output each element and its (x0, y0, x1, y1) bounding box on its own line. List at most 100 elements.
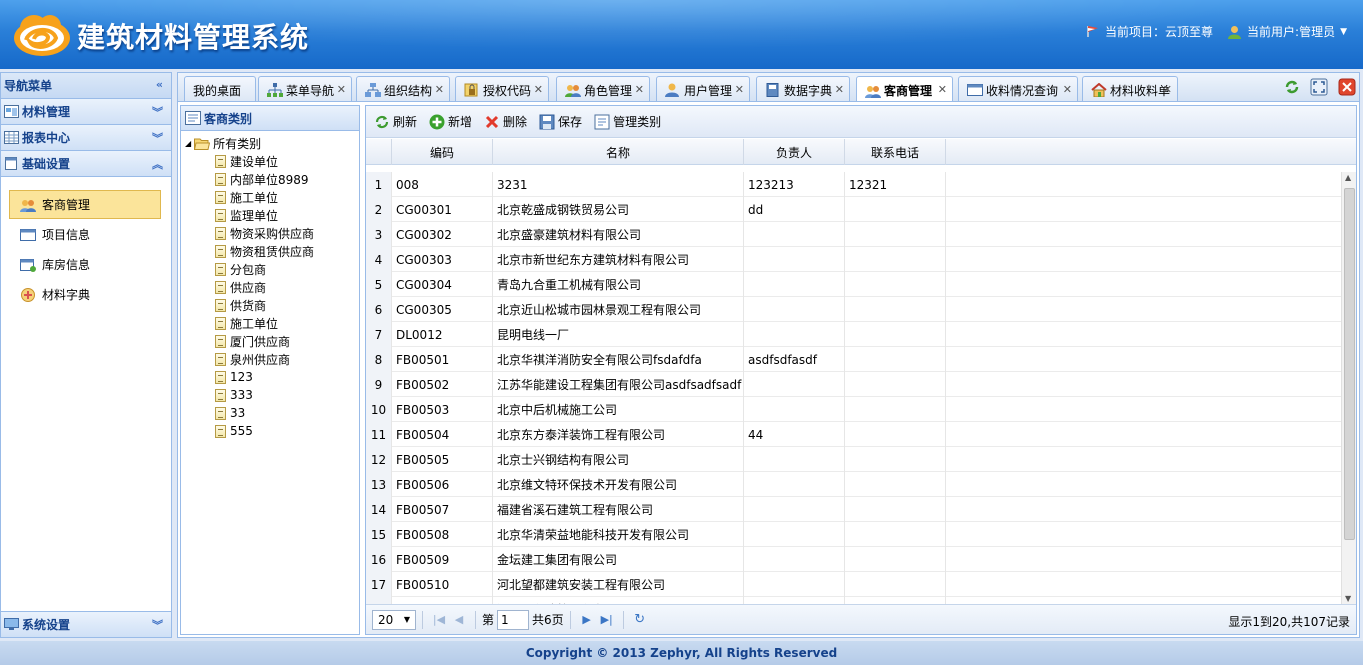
reload-button[interactable]: ↻ (630, 610, 650, 630)
column-header-owner[interactable]: 负责人 (744, 139, 845, 165)
cell-code[interactable]: FB00510 (392, 572, 493, 597)
close-all-icon[interactable] (1338, 78, 1356, 96)
cell-code[interactable]: FB00506 (392, 472, 493, 497)
cell-code[interactable]: FB00507 (392, 497, 493, 522)
table-row[interactable]: 1 008 3231 123213 12321 (366, 172, 1341, 197)
cell-phone[interactable] (845, 297, 946, 322)
tree-root[interactable]: ◢ 所有类别 (185, 134, 261, 152)
cell-owner[interactable]: 123213 (744, 172, 845, 197)
sidebar-group-system-settings[interactable]: 系统设置 ︾ (1, 611, 171, 637)
close-icon[interactable]: ✕ (435, 83, 444, 96)
column-header-phone[interactable]: 联系电话 (845, 139, 946, 165)
tree-item[interactable]: 施工单位 (215, 314, 278, 332)
table-row[interactable]: 10 FB00503 北京中后机械施工公司 (366, 397, 1341, 422)
tree-item[interactable]: 33 (215, 404, 245, 422)
vertical-scrollbar[interactable]: ▲ ▼ (1341, 172, 1356, 604)
tab-data-dictionary[interactable]: 数据字典 ✕ (756, 76, 850, 103)
cell-name[interactable]: 昆明电线一厂 (493, 322, 744, 347)
cell-owner[interactable] (744, 272, 845, 297)
cell-owner[interactable] (744, 497, 845, 522)
expanded-arrow-icon[interactable]: ◢ (185, 139, 191, 148)
cell-phone[interactable]: 12321 (845, 172, 946, 197)
cell-owner[interactable]: asdfsdfasdf (744, 347, 845, 372)
tab-merchant-management[interactable]: 客商管理 ✕ (856, 76, 953, 104)
refresh-tabs-icon[interactable] (1283, 78, 1301, 96)
close-icon[interactable]: ✕ (1063, 83, 1072, 96)
sidebar-group-basic-settings[interactable]: 基础设置 ︽ (1, 151, 171, 177)
cell-phone[interactable] (845, 547, 946, 572)
tree-item[interactable]: 监理单位 (215, 206, 278, 224)
cell-owner[interactable]: 44 (744, 422, 845, 447)
cell-code[interactable]: FB00508 (392, 522, 493, 547)
close-icon[interactable]: ✕ (337, 83, 346, 96)
tree-item[interactable]: 施工单位 (215, 188, 278, 206)
chevron-double-up-icon[interactable]: ︽ (152, 156, 163, 172)
cell-phone[interactable] (845, 572, 946, 597)
tree-item[interactable]: 供货商 (215, 296, 266, 314)
table-row[interactable]: 15 FB00508 北京华清荣益地能科技开发有限公司 (366, 522, 1341, 547)
cell-owner[interactable]: dd (744, 197, 845, 222)
cell-owner[interactable] (744, 397, 845, 422)
cell-name[interactable]: 北京近山松城市园林景观工程有限公司 (493, 297, 744, 322)
cell-name[interactable]: 北京中后机械施工公司 (493, 397, 744, 422)
table-row[interactable]: 12 FB00505 北京士兴钢结构有限公司 (366, 447, 1341, 472)
table-row[interactable]: 8 FB00501 北京华祺洋消防安全有限公司fsdafdfa asdfsdfasdf (366, 347, 1341, 372)
collapse-icon[interactable]: « (156, 78, 163, 91)
tab-role-management[interactable]: 角色管理 ✕ (556, 76, 650, 103)
page-number-input[interactable]: 1 (497, 609, 530, 630)
cell-code[interactable]: FB00504 (392, 422, 493, 447)
cell-name[interactable]: 北京华清荣益地能科技开发有限公司 (493, 522, 744, 547)
cell-code[interactable]: CG00301 (392, 197, 493, 222)
tab-org-structure[interactable]: 组织结构 ✕ (356, 76, 450, 103)
cell-name[interactable]: 北京乾盛成钢铁贸易公司 (493, 197, 744, 222)
tree-item[interactable]: 物资租赁供应商 (215, 242, 314, 260)
table-row[interactable]: 18FB00511河北工程建筑工程有限公司 (366, 597, 1341, 604)
tab-user-management[interactable]: 用户管理 ✕ (656, 76, 750, 103)
table-row[interactable]: 11 FB00504 北京东方泰洋装饰工程有限公司 44 (366, 422, 1341, 447)
current-user[interactable]: 当前用户:管理员 ▼ (1227, 23, 1347, 40)
tab-receipt-query[interactable]: 收料情况查询 ✕ (958, 76, 1078, 103)
table-row[interactable]: 7 DL0012 昆明电线一厂 (366, 322, 1341, 347)
cell-owner[interactable] (744, 472, 845, 497)
cell-owner[interactable] (744, 247, 845, 272)
add-button[interactable]: 新增 (429, 113, 472, 130)
cell-phone[interactable] (845, 372, 946, 397)
next-page-button[interactable]: ▶ (577, 610, 597, 630)
table-row[interactable]: 6 CG00305 北京近山松城市园林景观工程有限公司 (366, 297, 1341, 322)
cell-code[interactable]: CG00305 (392, 297, 493, 322)
cell-phone[interactable] (845, 497, 946, 522)
table-row[interactable]: 5 CG00304 青岛九合重工机械有限公司 (366, 272, 1341, 297)
cell-phone[interactable] (845, 422, 946, 447)
cell-name[interactable]: 福建省溪石建筑工程有限公司 (493, 497, 744, 522)
cell-phone[interactable] (845, 447, 946, 472)
tab-menu-navigation[interactable]: 菜单导航 ✕ (258, 76, 352, 103)
tab-material-receipt[interactable]: 材料收料单 ✕ (1082, 76, 1178, 103)
save-button[interactable]: 保存 (539, 113, 582, 130)
sidebar-item-material-dictionary[interactable]: 材料字典 (9, 280, 161, 309)
tree-item[interactable]: 333 (215, 386, 253, 404)
scrollbar-thumb[interactable] (1344, 188, 1355, 540)
tree-item[interactable]: 分包商 (215, 260, 266, 278)
table-row[interactable]: 2 CG00301 北京乾盛成钢铁贸易公司 dd (366, 197, 1341, 222)
cell-name[interactable]: 青岛九合重工机械有限公司 (493, 272, 744, 297)
tree-item[interactable]: 123 (215, 368, 253, 386)
tree-item[interactable]: 建设单位 (215, 152, 278, 170)
cell-phone[interactable] (845, 397, 946, 422)
first-page-button[interactable]: |◀ (429, 610, 449, 630)
cell-name[interactable]: 北京东方泰洋装饰工程有限公司 (493, 422, 744, 447)
cell-name[interactable]: 北京盛豪建筑材料有限公司 (493, 222, 744, 247)
refresh-button[interactable]: 刷新 (374, 113, 417, 130)
cell-phone[interactable] (845, 472, 946, 497)
cell-owner[interactable] (744, 297, 845, 322)
sidebar-group-materials[interactable]: 材料管理 ︾ (1, 99, 171, 125)
column-header-code[interactable]: 编码 (392, 139, 493, 165)
cell-code[interactable]: CG00304 (392, 272, 493, 297)
tree-item[interactable]: 内部单位8989 (215, 170, 309, 188)
cell-code[interactable]: DL0012 (392, 322, 493, 347)
sidebar-item-project-info[interactable]: 项目信息 (9, 220, 161, 249)
cell-phone[interactable] (845, 222, 946, 247)
tab-auth-code[interactable]: 授权代码 ✕ (455, 76, 549, 103)
sidebar-item-merchant[interactable]: 客商管理 (9, 190, 161, 219)
table-row[interactable]: 16 FB00509 金坛建工集团有限公司 (366, 547, 1341, 572)
chevron-double-down-icon[interactable]: ︾ (152, 617, 163, 633)
